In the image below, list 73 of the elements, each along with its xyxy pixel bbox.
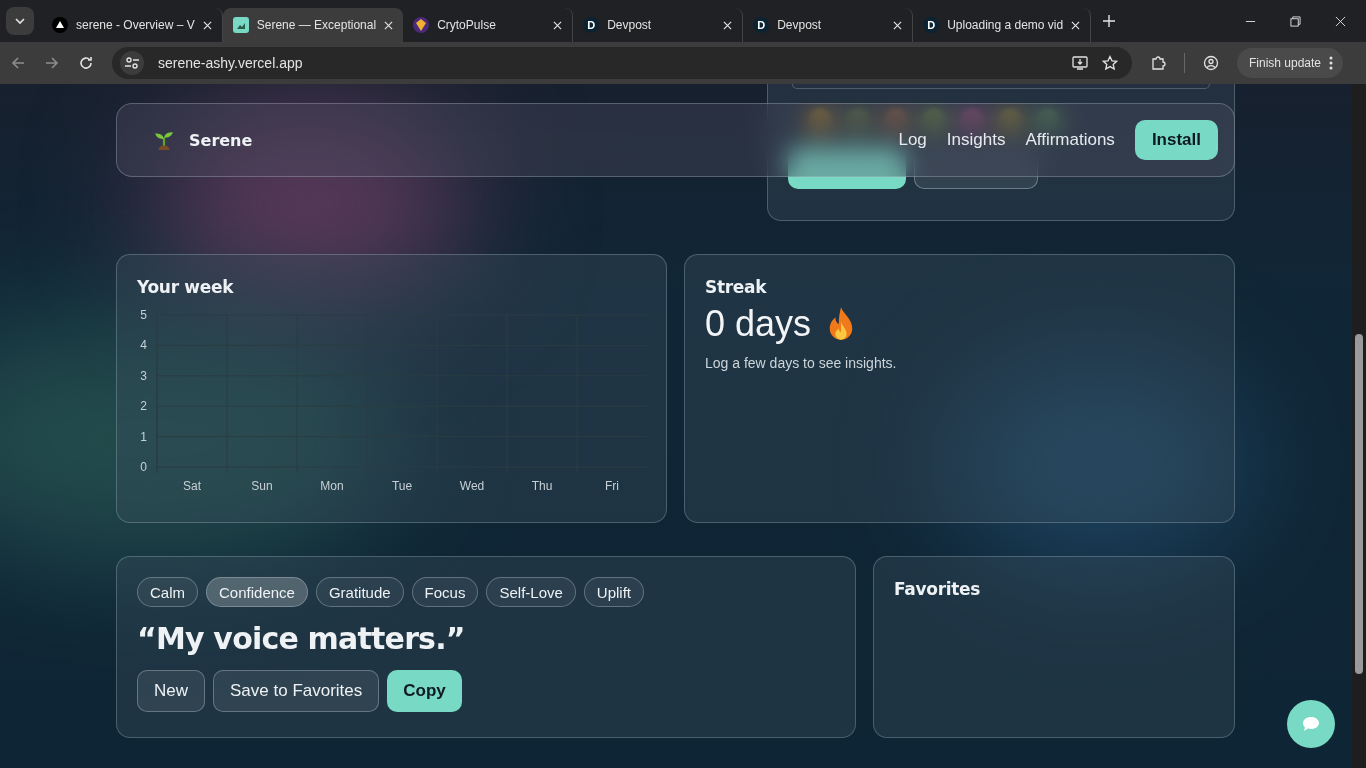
category-chip[interactable]: Gratitude	[315, 577, 404, 607]
new-tab-icon[interactable]	[1103, 15, 1116, 27]
copy-button[interactable]: Copy	[387, 670, 462, 712]
reload-icon[interactable]	[78, 55, 94, 71]
nav-link[interactable]: Insights	[946, 130, 1006, 150]
restore-icon[interactable]	[1290, 15, 1301, 27]
chat-icon	[1302, 716, 1320, 732]
close-icon[interactable]	[723, 20, 733, 30]
tab-favicon: D	[923, 17, 940, 33]
chevron-down-icon	[14, 15, 26, 27]
browser-tab[interactable]: Serene — Exceptional	[222, 8, 404, 42]
category-chip[interactable]: Confidence	[206, 577, 308, 607]
tab-title: Serene — Exceptional	[256, 18, 377, 32]
sprout-icon	[153, 129, 175, 151]
blurred-button[interactable]	[788, 147, 906, 189]
y-tick-label: 0	[140, 460, 147, 474]
tab-favicon: D	[753, 17, 770, 33]
card-title: Your week	[137, 277, 235, 297]
streak-note: Log a few days to see insights.	[705, 355, 898, 371]
forward-icon[interactable]	[44, 55, 60, 71]
card-title: Favorites	[894, 579, 982, 599]
chat-button[interactable]	[1287, 700, 1335, 748]
puzzle-icon[interactable]	[1150, 55, 1166, 71]
tab-title: CrytoPulse	[437, 18, 497, 32]
y-tick-label: 1	[140, 429, 147, 444]
y-tick-label: 3	[140, 368, 147, 383]
streak-value: 0 days	[705, 303, 812, 345]
gem-icon	[413, 17, 430, 33]
close-icon[interactable]	[384, 20, 394, 30]
y-tick-label: 2	[140, 399, 147, 414]
finish-update-button[interactable]: Finish update	[1237, 48, 1344, 78]
profile-icon[interactable]	[1203, 55, 1219, 71]
close-icon[interactable]	[1335, 15, 1346, 27]
category-chip[interactable]: Focus	[411, 577, 479, 607]
nav-link[interactable]: Log	[898, 130, 927, 150]
site-settings-icon[interactable]	[120, 51, 144, 75]
day-label: Fri	[605, 479, 619, 493]
close-icon[interactable]	[202, 20, 212, 30]
category-chip[interactable]: Calm	[137, 577, 198, 607]
action-button[interactable]: Save to Favorites	[213, 670, 380, 712]
close-icon[interactable]	[553, 20, 563, 30]
affirmation-quote: “My voice matters.”	[137, 621, 466, 656]
close-icon[interactable]	[893, 20, 903, 30]
star-icon[interactable]	[1102, 55, 1118, 71]
tab-favicon: D	[583, 17, 600, 33]
url-text: serene-ashy.vercel.app	[158, 55, 304, 71]
nav-link[interactable]: Affirmations	[1025, 130, 1115, 150]
day-label: Sat	[183, 479, 201, 493]
back-icon[interactable]	[10, 55, 26, 71]
day-label: Wed	[459, 479, 485, 493]
day-label: Mon	[320, 479, 344, 493]
scrollbar[interactable]	[1352, 84, 1366, 768]
day-label: Tue	[391, 479, 413, 493]
brand-name: Serene	[189, 130, 253, 150]
category-chip[interactable]: Uplift	[583, 577, 645, 607]
action-button[interactable]: New	[137, 670, 205, 712]
close-icon[interactable]	[1071, 20, 1081, 30]
tab-search-button[interactable]	[6, 7, 34, 35]
day-label: Thu	[531, 479, 553, 493]
tab-title: Devpost	[607, 18, 653, 32]
tab-title: Devpost	[777, 18, 823, 32]
y-tick-label: 4	[140, 338, 147, 353]
tab-title: serene - Overview – V	[76, 18, 195, 32]
tab-title: Uploading a demo vid	[947, 18, 1064, 32]
category-chip[interactable]: Self-Love	[486, 577, 576, 607]
address-bar[interactable]: serene-ashy.vercel.app	[112, 47, 1132, 79]
card-title: Streak	[705, 277, 768, 297]
day-label: Sun	[251, 479, 273, 493]
y-tick-label: 5	[140, 308, 147, 322]
more-icon	[1329, 56, 1334, 70]
app-icon	[232, 17, 249, 33]
install-button[interactable]: Install	[1134, 120, 1218, 160]
install-app-icon[interactable]	[1072, 55, 1088, 71]
